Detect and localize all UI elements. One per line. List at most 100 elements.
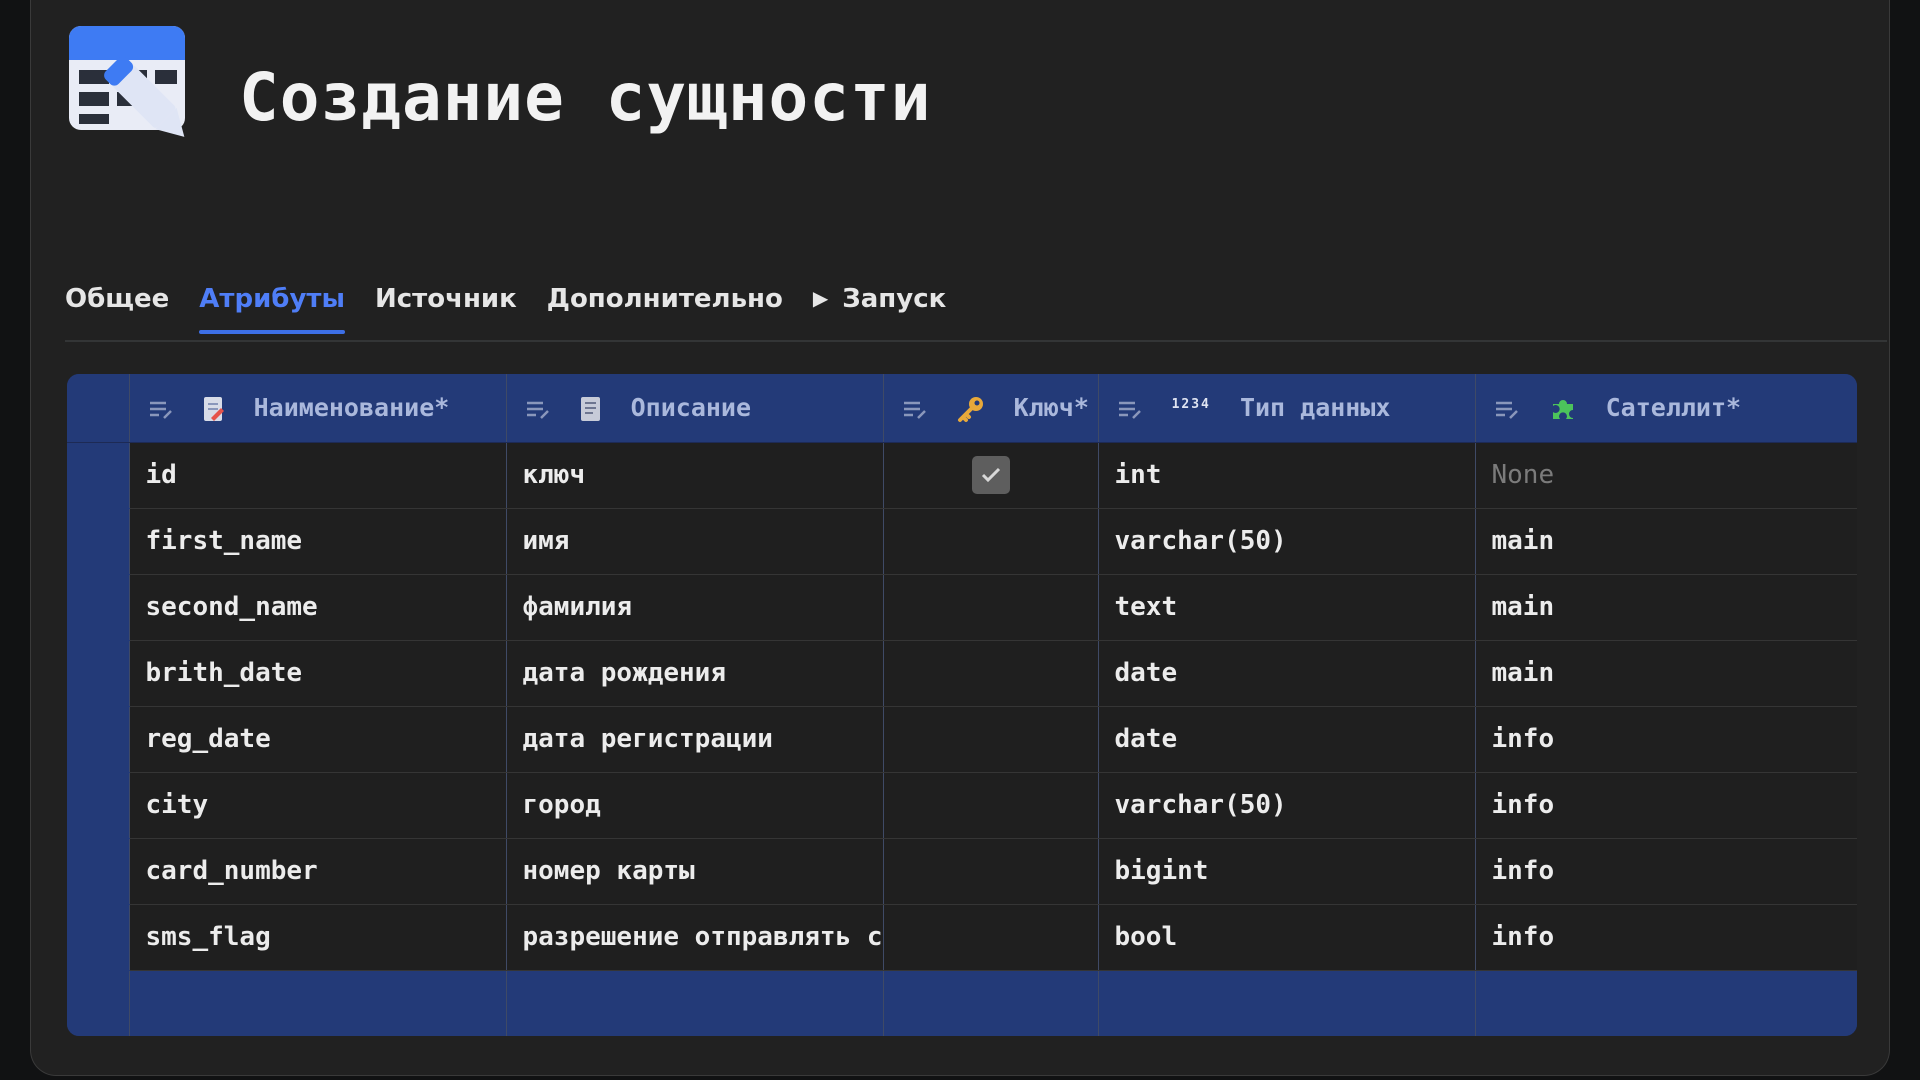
- table-row[interactable]: first_name имя varchar(50) main: [67, 508, 1857, 575]
- cell-description[interactable]: имя: [506, 508, 884, 575]
- tab-attributes[interactable]: Атрибуты: [199, 284, 345, 334]
- entity-creation-window: Создание сущности Общее Атрибуты Источни…: [30, 0, 1890, 1076]
- cell-description[interactable]: город: [506, 772, 884, 839]
- cell-satellite[interactable]: [1475, 970, 1857, 1036]
- tab-bar: Общее Атрибуты Источник Дополнительно ▶ З…: [65, 284, 976, 334]
- cell-name[interactable]: card_number: [129, 838, 507, 905]
- sort-lines-icon: [149, 402, 172, 420]
- cell-key[interactable]: [883, 838, 1099, 905]
- cell-datatype[interactable]: varchar(50): [1098, 772, 1476, 839]
- attributes-grid: Наименование* Описание Ключ* 1234 Тип да…: [67, 374, 1857, 1036]
- column-header-key-label: Ключ*: [1013, 392, 1089, 422]
- cell-satellite[interactable]: info: [1475, 772, 1857, 839]
- table-edit-icon: [69, 26, 185, 137]
- cell-satellite[interactable]: main: [1475, 508, 1857, 575]
- column-header-name[interactable]: Наименование*: [129, 374, 507, 443]
- cell-name[interactable]: sms_flag: [129, 904, 507, 971]
- cell-key[interactable]: [883, 574, 1099, 641]
- cell-key[interactable]: [883, 772, 1099, 839]
- row-header[interactable]: [67, 904, 130, 971]
- new-row-placeholder[interactable]: [67, 970, 1857, 1036]
- cell-key[interactable]: [883, 640, 1099, 707]
- row-header[interactable]: [67, 442, 130, 509]
- row-header[interactable]: [67, 574, 130, 641]
- cell-name[interactable]: id: [129, 442, 507, 509]
- key-checkbox[interactable]: [971, 456, 1010, 494]
- table-row[interactable]: reg_date дата регистрации date info: [67, 706, 1857, 773]
- tab-additional[interactable]: Дополнительно: [547, 284, 783, 332]
- row-header[interactable]: [67, 508, 130, 575]
- table-row[interactable]: second_name фамилия text main: [67, 574, 1857, 641]
- row-header[interactable]: [67, 640, 130, 707]
- column-header-key[interactable]: Ключ*: [883, 374, 1099, 443]
- row-header-corner[interactable]: [67, 374, 130, 443]
- cell-description[interactable]: фамилия: [506, 574, 884, 641]
- cell-datatype[interactable]: [1098, 970, 1476, 1036]
- cell-satellite[interactable]: info: [1475, 904, 1857, 971]
- tab-source[interactable]: Источник: [375, 284, 517, 332]
- row-header[interactable]: [67, 706, 130, 773]
- row-header[interactable]: [67, 772, 130, 839]
- cell-satellite[interactable]: main: [1475, 640, 1857, 707]
- sort-lines-icon: [903, 401, 926, 419]
- document-edit-icon: [203, 397, 224, 422]
- document-icon: [580, 397, 600, 422]
- column-header-description-label: Описание: [630, 393, 752, 423]
- row-header[interactable]: [67, 970, 130, 1036]
- table-row[interactable]: card_number номер карты bigint info: [67, 838, 1857, 905]
- sort-lines-icon: [1495, 401, 1518, 419]
- cell-key[interactable]: [883, 442, 1099, 509]
- cell-name[interactable]: [129, 970, 507, 1036]
- table-row[interactable]: sms_flag разрешение отправлять с bool in…: [67, 904, 1857, 971]
- page-header: Создание сущности: [65, 22, 932, 166]
- table-header-row: Наименование* Описание Ключ* 1234 Тип да…: [67, 374, 1857, 443]
- cell-datatype[interactable]: varchar(50): [1098, 508, 1476, 575]
- table-row[interactable]: brith_date дата рождения date main: [67, 640, 1857, 707]
- cell-datatype[interactable]: int: [1098, 442, 1476, 509]
- cell-satellite[interactable]: None: [1475, 442, 1857, 509]
- cell-name[interactable]: city: [129, 772, 507, 839]
- column-header-name-label: Наименование*: [253, 393, 450, 423]
- tab-divider: [65, 340, 1887, 342]
- cell-key[interactable]: [883, 970, 1099, 1036]
- cell-datatype[interactable]: date: [1098, 706, 1476, 773]
- table-row[interactable]: id ключ int None: [67, 442, 1857, 509]
- tab-run[interactable]: ▶ Запуск: [813, 284, 946, 332]
- column-header-satellite[interactable]: Сателлит*: [1475, 374, 1857, 443]
- attributes-table: Наименование* Описание Ключ* 1234 Тип да…: [67, 374, 1857, 1036]
- cell-key[interactable]: [883, 508, 1099, 575]
- cell-satellite[interactable]: info: [1475, 706, 1857, 773]
- cell-key[interactable]: [883, 706, 1099, 773]
- cell-description[interactable]: [506, 970, 884, 1036]
- cell-description[interactable]: дата регистрации: [506, 706, 884, 773]
- cell-name[interactable]: reg_date: [129, 706, 507, 773]
- column-header-datatype[interactable]: 1234 Тип данных: [1098, 374, 1476, 443]
- row-header[interactable]: [67, 838, 130, 905]
- numbers-1234-icon: 1234: [1171, 397, 1211, 413]
- cell-satellite[interactable]: main: [1475, 574, 1857, 641]
- cell-name[interactable]: first_name: [129, 508, 507, 575]
- cell-satellite[interactable]: info: [1475, 838, 1857, 905]
- cell-description[interactable]: дата рождения: [506, 640, 884, 707]
- puzzle-icon: [1552, 399, 1573, 419]
- cell-datatype[interactable]: bool: [1098, 904, 1476, 971]
- play-icon: ▶: [812, 286, 829, 310]
- cell-key[interactable]: [883, 904, 1099, 971]
- cell-datatype[interactable]: text: [1098, 574, 1476, 641]
- cell-description[interactable]: ключ: [506, 442, 884, 509]
- cell-datatype[interactable]: bigint: [1098, 838, 1476, 905]
- column-header-satellite-label: Сателлит*: [1605, 392, 1742, 422]
- tab-run-label: Запуск: [842, 284, 947, 314]
- column-header-description[interactable]: Описание: [506, 374, 884, 443]
- table-row[interactable]: city город varchar(50) info: [67, 772, 1857, 839]
- key-icon: [957, 396, 983, 422]
- tab-general[interactable]: Общее: [65, 284, 169, 332]
- cell-description[interactable]: разрешение отправлять с: [506, 904, 884, 971]
- checkmark-icon: [981, 467, 1000, 483]
- sort-lines-icon: [1118, 402, 1141, 420]
- cell-name[interactable]: second_name: [129, 574, 507, 641]
- cell-datatype[interactable]: date: [1098, 640, 1476, 707]
- cell-name[interactable]: brith_date: [129, 640, 507, 707]
- sort-lines-icon: [526, 402, 549, 420]
- cell-description[interactable]: номер карты: [506, 838, 884, 905]
